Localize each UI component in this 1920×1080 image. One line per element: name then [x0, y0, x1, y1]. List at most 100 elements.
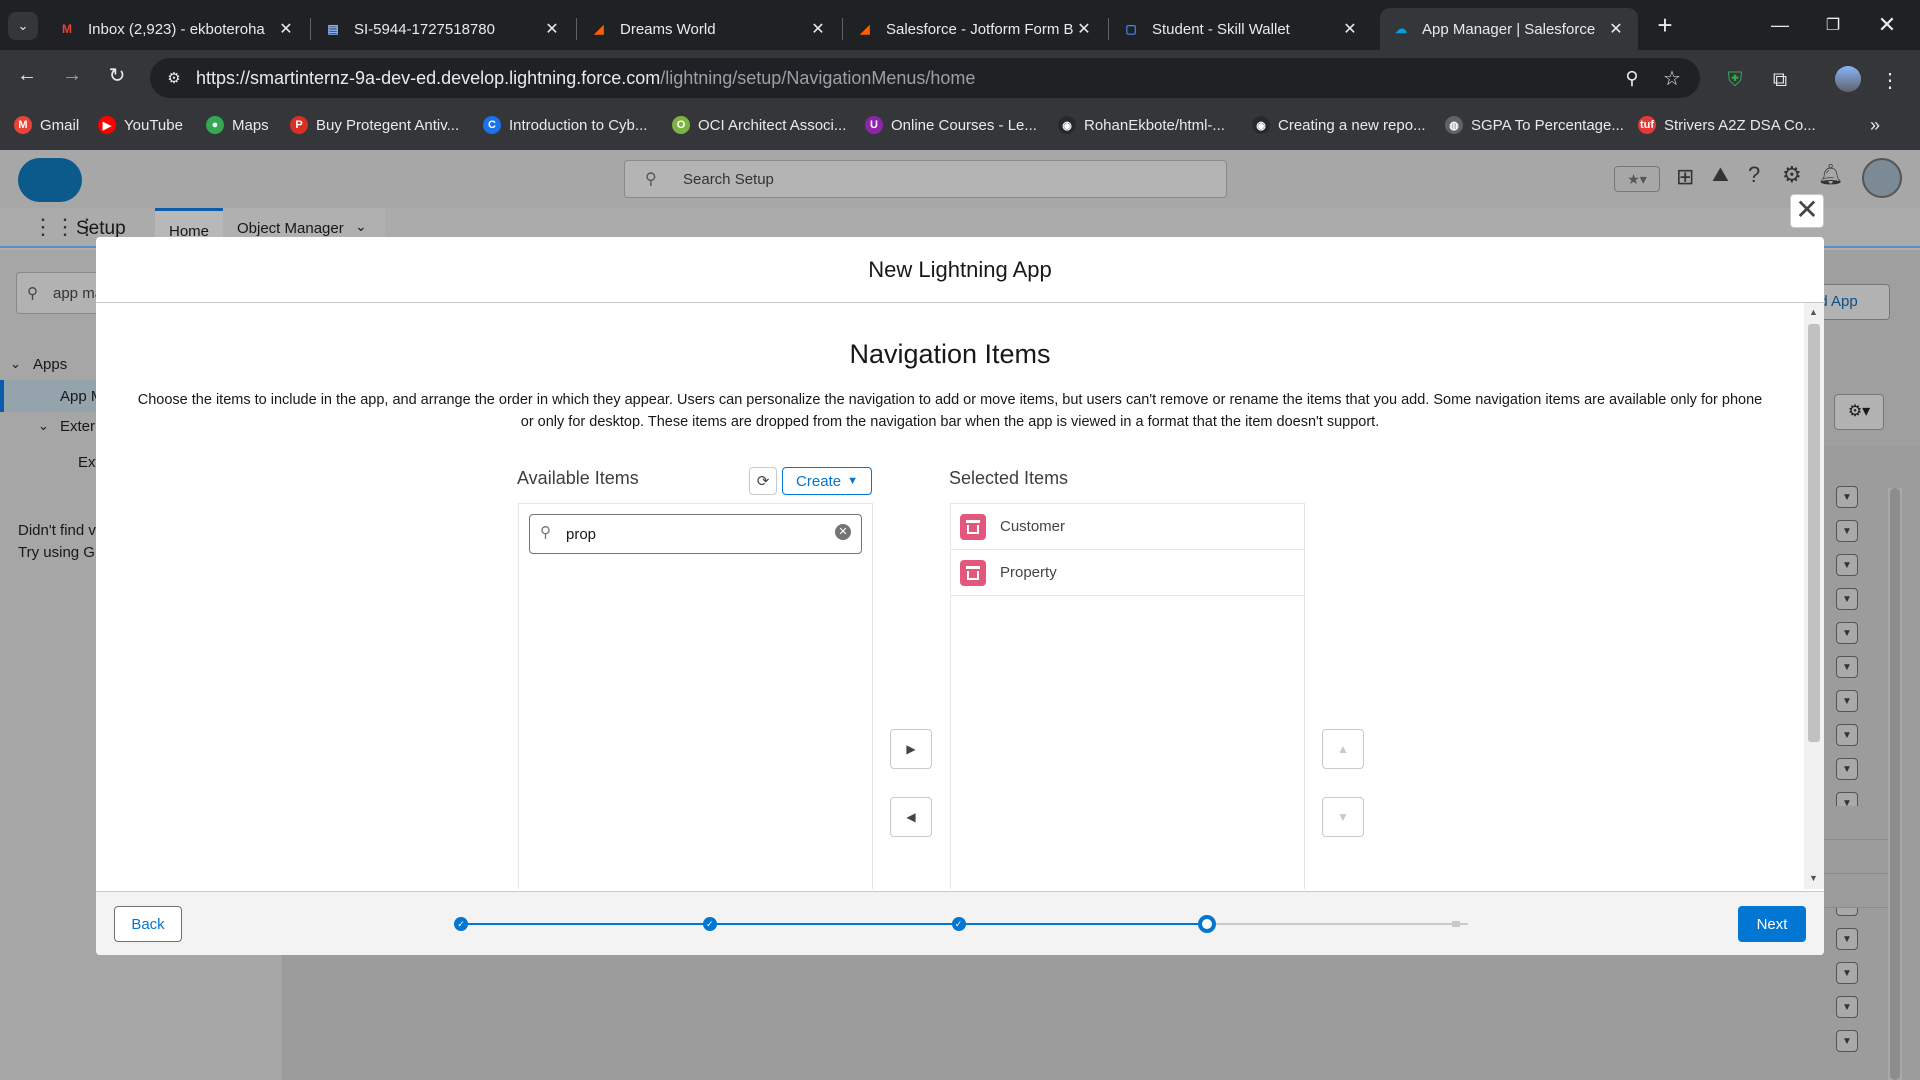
row-actions-dropdown-icon[interactable]: ▼ — [1836, 962, 1858, 984]
back-button[interactable]: Back — [114, 906, 182, 942]
bookmark-item[interactable]: P Buy Protegent Antiv... — [290, 112, 459, 138]
progress-step-upcoming[interactable] — [1452, 921, 1460, 927]
scrollbar-thumb[interactable] — [1808, 324, 1820, 742]
salesforce-cloud-icon: ☁ — [1395, 22, 1407, 36]
setup-search-input[interactable]: ⚲ Search Setup — [624, 160, 1227, 198]
close-tab-icon[interactable]: ✕ — [808, 19, 828, 39]
user-avatar[interactable] — [1862, 158, 1902, 198]
gear-icon[interactable]: ⚙ — [1782, 162, 1802, 188]
search-icon: ⚲ — [645, 171, 657, 188]
modal-header: New Lightning App — [96, 237, 1824, 303]
next-button[interactable]: Next — [1738, 906, 1806, 942]
move-left-button[interactable]: ◀ — [890, 797, 932, 837]
address-bar[interactable]: ⚙ https://smartinternz-9a-dev-ed.develop… — [150, 58, 1700, 98]
new-lightning-app-modal: New Lightning App Navigation Items Choos… — [96, 237, 1824, 955]
bookmark-item[interactable]: M Gmail — [14, 112, 79, 138]
move-up-button[interactable]: ▲ — [1322, 729, 1364, 769]
close-tab-icon[interactable]: ✕ — [1606, 19, 1626, 39]
row-actions-dropdown-icon[interactable]: ▼ — [1836, 588, 1858, 610]
row-actions-dropdown-icon[interactable]: ▼ — [1836, 554, 1858, 576]
trailhead-icon[interactable]: ⛰ — [1712, 164, 1729, 187]
forward-arrow-icon[interactable]: → — [57, 60, 87, 90]
tab-search-icon[interactable]: ⌄ — [8, 12, 38, 40]
move-down-button[interactable]: ▼ — [1322, 797, 1364, 837]
modal-scrollbar[interactable]: ▲ ▼ — [1804, 303, 1824, 889]
progress-step-complete-icon[interactable]: ✓ — [454, 917, 468, 931]
salesforce-logo[interactable] — [18, 158, 82, 202]
progress-step-complete-icon[interactable]: ✓ — [702, 917, 717, 931]
row-actions-dropdown-icon[interactable]: ▼ — [1836, 622, 1858, 644]
row-actions-dropdown-icon[interactable]: ▼ — [1836, 520, 1858, 542]
bookmark-item[interactable]: ◍ SGPA To Percentage... — [1445, 112, 1624, 138]
scroll-up-arrow-icon[interactable]: ▲ — [1809, 307, 1818, 317]
bookmark-item[interactable]: C Introduction to Cyb... — [483, 112, 647, 138]
row-actions-dropdown-icon[interactable]: ▼ — [1836, 928, 1858, 950]
bookmark-item[interactable]: ◉ Creating a new repo... — [1252, 112, 1426, 138]
scroll-down-arrow-icon[interactable]: ▼ — [1809, 873, 1818, 883]
refresh-icon[interactable]: ⟳ — [749, 467, 777, 495]
profile-avatar[interactable] — [1835, 66, 1861, 92]
selected-item[interactable]: Property — [951, 550, 1304, 596]
move-right-button[interactable]: ▶ — [890, 729, 932, 769]
global-header: ⚲ Search Setup ★▾ ⊞ ⛰ ? ⚙ 🔔︎ — [0, 150, 1920, 208]
restore-icon[interactable]: ❐ — [1818, 10, 1848, 40]
reload-icon[interactable]: ↻ — [102, 60, 132, 90]
modal-close-icon[interactable]: ✕ — [1790, 194, 1824, 228]
more-bookmarks-icon[interactable]: » — [1860, 112, 1890, 138]
row-actions-dropdown-icon[interactable]: ▼ — [1836, 724, 1858, 746]
close-tab-icon[interactable]: ✕ — [276, 19, 296, 39]
bookmark-favicon-icon: ● — [206, 116, 224, 134]
browser-tab[interactable]: ☁ App Manager | Salesforce ✕ — [1380, 8, 1638, 50]
close-window-icon[interactable]: ✕ — [1872, 10, 1902, 40]
minimize-icon[interactable]: — — [1765, 10, 1795, 40]
browser-tab[interactable]: ▤ SI-5944-1727518780 ✕ — [312, 8, 574, 50]
notification-bell-icon[interactable]: 🔔︎ — [1818, 162, 1843, 187]
browser-tab[interactable]: ▢ Student - Skill Wallet ✕ — [1110, 8, 1372, 50]
chevron-down-icon[interactable]: ⌄ — [38, 418, 49, 434]
bookmark-star-icon[interactable]: ☆ — [1658, 64, 1686, 92]
tab-separator — [842, 18, 843, 40]
browser-tab[interactable]: ◢ Salesforce - Jotform Form B ✕ — [844, 8, 1106, 50]
available-search-input[interactable]: ⚲ prop ✕ — [529, 514, 862, 554]
selected-item[interactable]: Customer — [951, 504, 1304, 550]
caret-down-icon: ▼ — [847, 475, 858, 487]
zoom-icon[interactable]: ⚲ — [1618, 64, 1646, 92]
row-actions-dropdown-icon[interactable]: ▼ — [1836, 690, 1858, 712]
close-tab-icon[interactable]: ✕ — [1340, 19, 1360, 39]
chevron-down-icon[interactable]: ⌄ — [10, 356, 21, 372]
row-actions-dropdown-icon[interactable]: ▼ — [1836, 996, 1858, 1018]
row-actions-dropdown-icon[interactable]: ▼ — [1836, 486, 1858, 508]
tree-apps[interactable]: Apps — [33, 356, 67, 373]
bookmark-item[interactable]: ● Maps — [206, 112, 269, 138]
row-actions-dropdown-icon[interactable]: ▼ — [1836, 1030, 1858, 1052]
list-settings-gear-icon[interactable]: ⚙▾ — [1834, 394, 1884, 430]
bookmark-item[interactable]: ▶ YouTube — [98, 112, 183, 138]
browser-tab[interactable]: ◢ Dreams World ✕ — [578, 8, 840, 50]
create-dropdown-button[interactable]: Create ▼ — [782, 467, 872, 495]
shield-extension-icon[interactable]: ⛨ — [1720, 65, 1750, 95]
table-scrollbar[interactable] — [1888, 488, 1902, 1080]
progress-step-complete-icon[interactable]: ✓ — [951, 917, 966, 931]
add-icon[interactable]: ⊞ — [1676, 164, 1694, 190]
available-items-list[interactable]: ⚲ prop ✕ — [518, 503, 873, 889]
bookmark-item[interactable]: O OCI Architect Associ... — [672, 112, 846, 138]
back-arrow-icon[interactable]: ← — [12, 60, 42, 90]
browser-tab[interactable]: M Inbox (2,923) - ekboteroha ✕ — [46, 8, 308, 50]
new-tab-icon[interactable]: + — [1650, 10, 1680, 40]
site-info-icon[interactable]: ⚙ — [160, 64, 188, 92]
selected-items-list[interactable]: Customer Property — [950, 503, 1305, 889]
bookmark-item[interactable]: ◉ RohanEkbote/html-... — [1058, 112, 1225, 138]
row-actions-dropdown-icon[interactable]: ▼ — [1836, 758, 1858, 780]
favorites-star-icon[interactable]: ★▾ — [1614, 166, 1660, 192]
progress-step-current[interactable] — [1198, 915, 1217, 933]
bookmark-item[interactable]: tuf Strivers A2Z DSA Co... — [1638, 112, 1816, 138]
help-icon[interactable]: ? — [1748, 162, 1760, 188]
url-host: https://smartinternz-9a-dev-ed.develop.l… — [196, 68, 661, 88]
close-tab-icon[interactable]: ✕ — [1074, 19, 1094, 39]
clear-search-icon[interactable]: ✕ — [835, 524, 851, 540]
close-tab-icon[interactable]: ✕ — [542, 19, 562, 39]
row-actions-dropdown-icon[interactable]: ▼ — [1836, 656, 1858, 678]
extensions-icon[interactable]: ⧉ — [1765, 65, 1795, 95]
browser-menu-icon[interactable]: ⋮ — [1880, 65, 1900, 95]
bookmark-item[interactable]: U Online Courses - Le... — [865, 112, 1037, 138]
